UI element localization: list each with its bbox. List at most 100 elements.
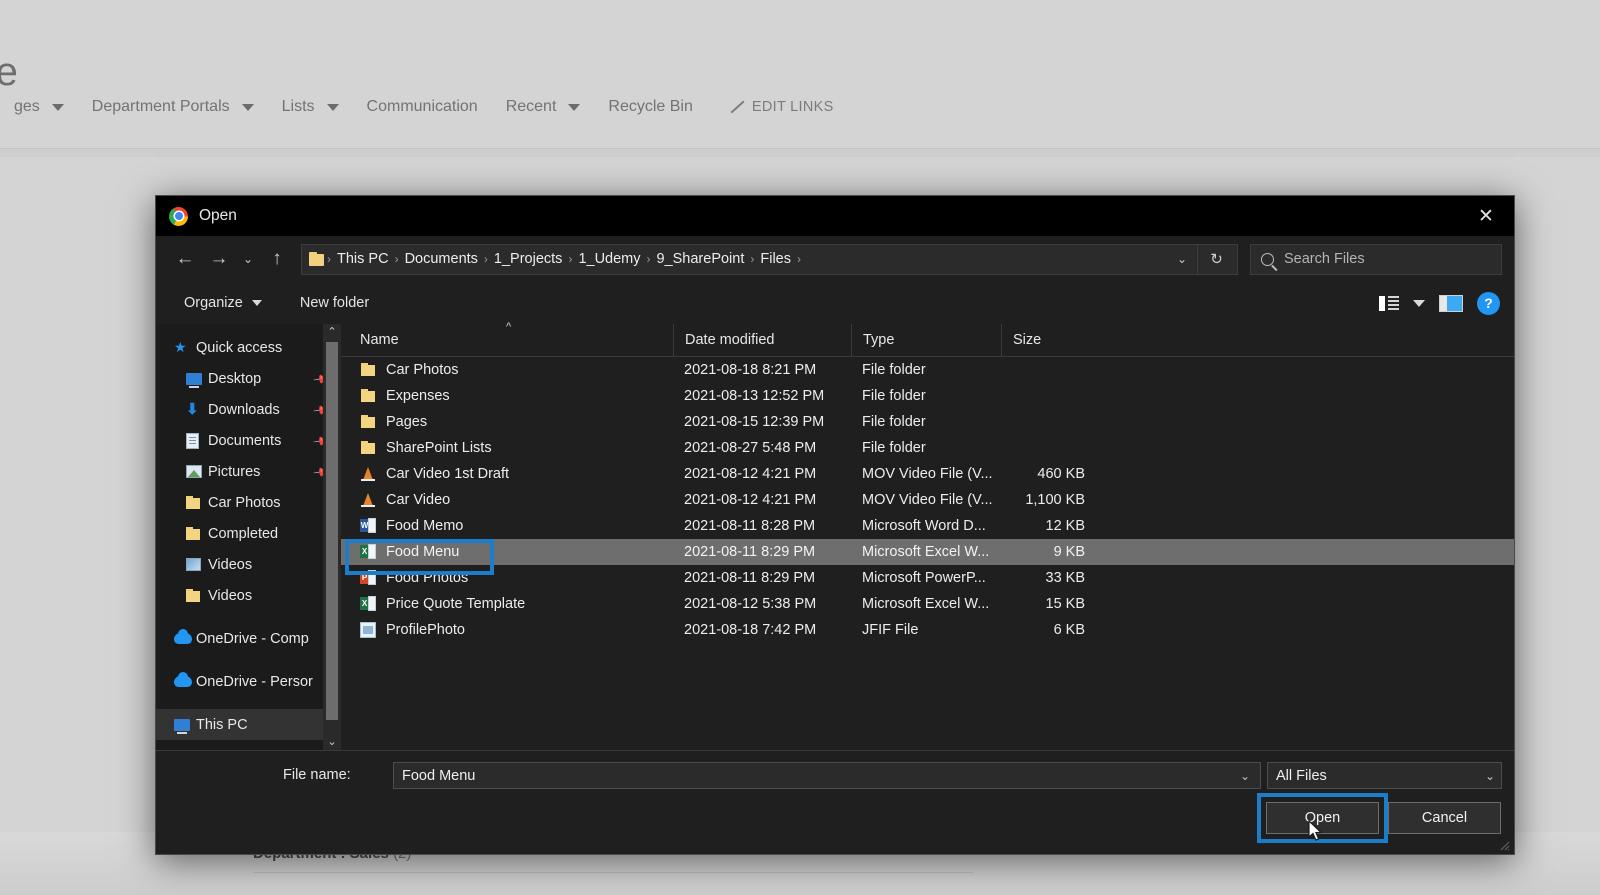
table-row[interactable]: Pages 2021-08-15 12:39 PM File folder [341, 409, 1514, 435]
sidebar-item-pictures[interactable]: Pictures 📌 [156, 456, 341, 487]
table-row[interactable]: P Food Photos 2021-08-11 8:29 PM Microsoft … [341, 565, 1514, 591]
sidebar-item-this-pc[interactable]: This PC [156, 709, 341, 740]
table-row[interactable]: X Food Menu 2021-08-11 8:29 PM Microsoft Ex… [341, 539, 1514, 565]
scrollbar-thumb[interactable] [326, 342, 338, 720]
table-row[interactable]: Expenses 2021-08-13 12:52 PM File folder [341, 383, 1514, 409]
organize-label: Organize [184, 295, 243, 311]
file-type-filter-select[interactable]: All Files ⌄ [1267, 762, 1502, 789]
recent-locations-button[interactable]: ⌄ [236, 242, 260, 276]
help-icon[interactable]: ? [1477, 291, 1500, 315]
sidebar-item-quick-access[interactable]: ★ Quick access [156, 332, 341, 363]
file-name-text: Car Video 1st Draft [386, 466, 510, 482]
sidebar-item-car-photos[interactable]: Car Photos [156, 487, 341, 518]
breadcrumb-item-1-projects[interactable]: 1_Projects [489, 249, 568, 269]
file-name-text: Price Quote Template [386, 596, 526, 612]
back-button[interactable]: ← [168, 242, 202, 276]
chevron-down-icon[interactable] [241, 103, 254, 111]
sidebar-item-completed[interactable]: Completed [156, 518, 341, 549]
chevron-down-icon [251, 300, 262, 306]
sidebar-item-downloads[interactable]: ⬇ Downloads 📌 [156, 394, 341, 425]
forward-button[interactable]: → [202, 242, 236, 276]
column-header-label: Name [360, 332, 399, 348]
sidebar-item-label: Documents [208, 432, 282, 449]
refresh-icon[interactable]: ↻ [1197, 244, 1235, 274]
breadcrumb-item-documents[interactable]: Documents [400, 249, 483, 269]
nav-item-lists[interactable]: Lists [268, 98, 353, 116]
file-name-cell: W Food Memo [341, 513, 673, 539]
table-row[interactable]: Car Video 1st Draft 2021-08-12 4:21 PM MOV… [341, 461, 1514, 487]
column-header-date-modified[interactable]: Date modified [673, 323, 851, 357]
nav-item-pages[interactable]: ges [0, 98, 78, 116]
file-name-text: Car Photos [386, 362, 459, 378]
breadcrumb-item-9-sharepoint[interactable]: 9_SharePoint [652, 249, 750, 269]
open-button[interactable]: Open [1266, 802, 1379, 834]
scroll-up-icon[interactable]: ⌃ [327, 324, 336, 340]
file-name-cell: P Food Photos [341, 565, 673, 591]
file-rows: Car Photos 2021-08-18 8:21 PM File folder E… [341, 357, 1514, 643]
new-folder-button[interactable]: New folder [290, 290, 379, 316]
file-name-text: Pages [386, 414, 428, 430]
view-bars [1379, 295, 1385, 311]
up-button[interactable]: ↑ [260, 242, 294, 276]
nav-item-communication[interactable]: Communication [353, 98, 492, 116]
table-row[interactable]: ProfilePhoto 2021-08-18 7:42 PM JFIF File 6… [341, 617, 1514, 643]
list-view-icon[interactable] [1379, 295, 1399, 311]
chevron-down-icon[interactable]: ⌄ [1234, 769, 1256, 783]
chevron-down-icon[interactable] [326, 103, 339, 111]
file-date-cell: 2021-08-18 8:21 PM [684, 362, 817, 378]
sidebar-item-label: Downloads [208, 401, 280, 418]
search-input[interactable]: Search Files [1250, 243, 1502, 275]
sidebar-item-onedrive-company[interactable]: OneDrive - Comp [156, 623, 341, 654]
file-name-cell: Car Video [341, 487, 673, 513]
file-name-cell: Pages [341, 409, 673, 435]
nav-item-recycle-bin[interactable]: Recycle Bin [594, 98, 706, 116]
navigation-sidebar: ★ Quick access Desktop 📌 ⬇ Downloads 📌 D… [156, 324, 341, 776]
resize-grip-icon[interactable] [1498, 839, 1510, 851]
sidebar-item-videos-folder[interactable]: Videos [156, 580, 341, 611]
chevron-down-icon[interactable] [568, 103, 581, 111]
column-header-label: Date modified [685, 332, 775, 348]
sidebar-item-documents[interactable]: Documents 📌 [156, 425, 341, 456]
file-name-text: Expenses [386, 388, 450, 404]
sidebar-item-onedrive-personal[interactable]: OneDrive - Persor [156, 666, 341, 697]
file-name-value: Food Menu [402, 767, 476, 784]
sidebar-item-label: Videos [208, 556, 253, 573]
breadcrumb[interactable]: › This PC › Documents › 1_Projects › 1_U… [301, 243, 1238, 275]
column-header-name[interactable]: Name ^ [341, 321, 673, 357]
column-header-size[interactable]: Size [1001, 323, 1099, 357]
close-icon[interactable]: ✕ [1458, 196, 1514, 236]
vlc-icon [360, 492, 376, 508]
edit-links-button[interactable]: EDIT LINKS [729, 99, 834, 115]
cancel-button[interactable]: Cancel [1388, 802, 1501, 834]
table-row[interactable]: SharePoint Lists 2021-08-27 5:48 PM File f… [341, 435, 1514, 461]
breadcrumb-item-1-udemy[interactable]: 1_Udemy [573, 249, 645, 269]
file-name-text: SharePoint Lists [386, 440, 492, 456]
sidebar-item-videos-library[interactable]: Videos [156, 549, 341, 580]
breadcrumb-list: › This PC › Documents › 1_Projects › 1_U… [326, 249, 1167, 269]
sidebar-scrollbar[interactable]: ⌃ ⌄ [323, 324, 341, 750]
table-row[interactable]: X Price Quote Template 2021-08-12 5:38 PM M… [341, 591, 1514, 617]
file-name-input[interactable]: Food Menu ⌄ [393, 762, 1261, 789]
organize-button[interactable]: Organize [174, 290, 272, 316]
nav-item-department-portals[interactable]: Department Portals [78, 98, 268, 116]
breadcrumb-item-this-pc[interactable]: This PC [332, 249, 394, 269]
table-row[interactable]: Car Video 2021-08-12 4:21 PM MOV Video Fil… [341, 487, 1514, 513]
chevron-down-icon[interactable] [51, 103, 64, 111]
table-row[interactable]: Car Photos 2021-08-18 8:21 PM File folder [341, 357, 1514, 383]
chevron-down-icon[interactable]: ⌄ [1167, 252, 1197, 266]
scroll-down-icon[interactable]: ⌄ [327, 734, 336, 750]
folder-icon [186, 496, 208, 509]
nav-item-recent[interactable]: Recent [492, 98, 595, 116]
file-name-cell: Car Video 1st Draft [341, 461, 673, 487]
breadcrumb-item-files[interactable]: Files [755, 249, 796, 269]
documents-icon [186, 432, 208, 449]
table-row[interactable]: W Food Memo 2021-08-11 8:28 PM Microsoft Wo… [341, 513, 1514, 539]
monitor-icon [174, 718, 196, 734]
sidebar-item-desktop[interactable]: Desktop 📌 [156, 363, 341, 394]
file-size-cell: 9 KB [1053, 544, 1085, 560]
column-header-type[interactable]: Type [851, 323, 1001, 357]
chevron-down-icon[interactable] [1413, 299, 1425, 307]
dialog-toolbar: Organize New folder ? [156, 282, 1514, 324]
preview-pane-icon[interactable] [1439, 294, 1463, 312]
file-date-cell: 2021-08-12 4:21 PM [684, 492, 817, 508]
